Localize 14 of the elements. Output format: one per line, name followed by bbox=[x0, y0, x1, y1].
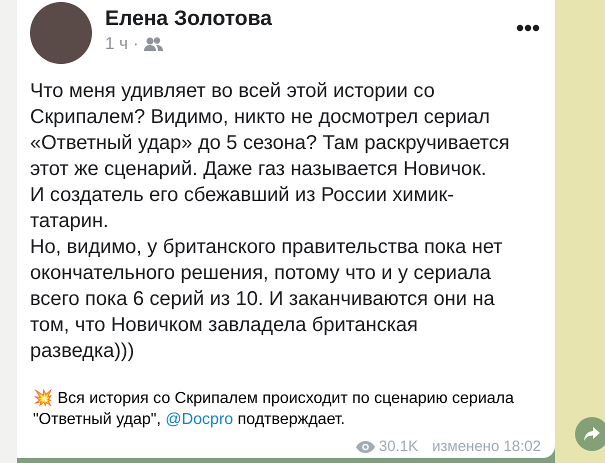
edited-time: изменено 18:02 bbox=[432, 436, 541, 456]
view-count: 30.1K bbox=[378, 436, 418, 456]
caption-text: 💥 Вся история со Скрипалем происходит по сценарию сериала "Ответный удар", @Docpro подтверждает. bbox=[33, 388, 515, 430]
mention-link[interactable]: @Docpro bbox=[165, 410, 234, 428]
post-time: 1 ч bbox=[105, 33, 128, 55]
friends-icon bbox=[144, 37, 164, 51]
post-paragraph: Но, видимо, у британского правительства пока нет окончательного решения, потому что и у сериала всего пока 6 серий из 10. И заканчиваются они на том, что Новичком завладела британская разведка))) bbox=[30, 235, 504, 364]
more-options-icon[interactable] bbox=[516, 24, 540, 32]
share-arrow-icon bbox=[584, 427, 600, 441]
author-name[interactable]: Елена Золотова bbox=[105, 5, 272, 33]
share-button[interactable] bbox=[575, 417, 605, 451]
post-paragraph: Что меня удивляет во всей этой истории со Скрипалем? Видимо, никто не досмотрел сериал «Ответный удар» до 5 сезона? Там раскручивается этот же сценарий. Даже газ называется Новичок. И создатель его сбежавший из России химик- татарин. bbox=[30, 79, 511, 234]
separator: · bbox=[133, 33, 139, 55]
eye-icon bbox=[356, 440, 375, 453]
